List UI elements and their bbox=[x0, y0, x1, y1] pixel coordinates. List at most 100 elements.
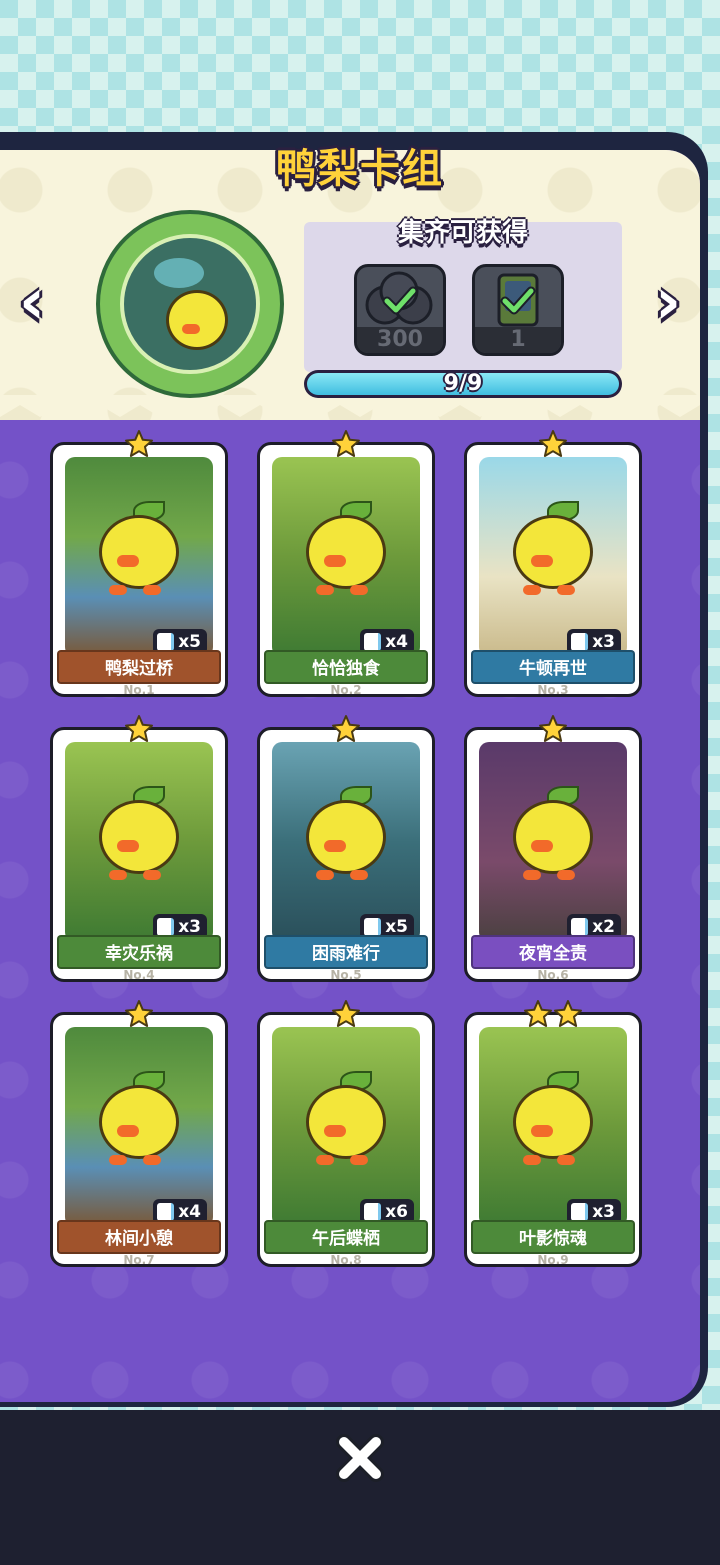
card-number: No.2 bbox=[330, 683, 362, 697]
star-icon bbox=[124, 999, 154, 1029]
duck-foot bbox=[316, 1155, 334, 1165]
duck-foot bbox=[350, 870, 368, 880]
card-icon bbox=[364, 918, 382, 936]
reward-card-pack: 1 bbox=[472, 264, 564, 356]
card-name: 午后蝶栖 bbox=[312, 1229, 380, 1249]
card-art: x2 bbox=[479, 742, 627, 942]
duck-foot bbox=[350, 1155, 368, 1165]
reward-title: 集齐可获得 bbox=[397, 218, 528, 248]
duck-beak bbox=[117, 840, 139, 852]
duck-foot bbox=[143, 1155, 161, 1165]
duck-foot bbox=[109, 870, 127, 880]
collection-card[interactable]: x3 幸灾乐祸 No.4 bbox=[50, 715, 228, 982]
card-name-ribbon: 幸灾乐祸 bbox=[57, 935, 221, 969]
card-name: 夜宵全责 bbox=[519, 944, 587, 964]
star-icon bbox=[124, 429, 154, 459]
duck-foot bbox=[523, 870, 541, 880]
card-name: 困雨难行 bbox=[312, 944, 380, 964]
duck-foot bbox=[109, 1155, 127, 1165]
duck-foot bbox=[350, 585, 368, 595]
card-art: x6 bbox=[272, 1027, 420, 1227]
duck-foot bbox=[523, 1155, 541, 1165]
card-name: 叶影惊魂 bbox=[519, 1229, 587, 1249]
zigzag-divider bbox=[0, 395, 700, 417]
card-name-ribbon: 困雨难行 bbox=[264, 935, 428, 969]
pear-duck bbox=[99, 800, 179, 874]
next-deck-arrow[interactable]: › bbox=[644, 270, 692, 334]
card-name: 恰恰独食 bbox=[312, 659, 380, 679]
card-art: x4 bbox=[272, 457, 420, 657]
pear-duck bbox=[306, 515, 386, 589]
duck-beak bbox=[117, 1125, 139, 1137]
card-number: No.6 bbox=[537, 968, 569, 982]
card-name-ribbon: 午后蝶栖 bbox=[264, 1220, 428, 1254]
card-name: 幸灾乐祸 bbox=[105, 944, 173, 964]
card-art: x5 bbox=[272, 742, 420, 942]
duck-beak bbox=[324, 555, 346, 567]
reward-card-amount: 1 bbox=[475, 327, 561, 353]
duck-beak bbox=[531, 1125, 553, 1137]
collection-card[interactable]: x2 夜宵全责 No.6 bbox=[464, 715, 642, 982]
deck-badge-art bbox=[120, 234, 260, 374]
card-number: No.8 bbox=[330, 1253, 362, 1267]
duck-foot bbox=[143, 870, 161, 880]
duck-foot bbox=[316, 870, 334, 880]
duck-foot bbox=[557, 585, 575, 595]
duck-beak bbox=[531, 840, 553, 852]
duck-foot bbox=[109, 585, 127, 595]
card-art: x3 bbox=[65, 742, 213, 942]
close-icon[interactable] bbox=[334, 1432, 386, 1484]
collection-card[interactable]: x3 叶影惊魂 No.9 bbox=[464, 1000, 642, 1267]
collection-card[interactable]: x4 林间小憩 No.7 bbox=[50, 1000, 228, 1267]
card-icon bbox=[571, 1203, 589, 1221]
card-name-ribbon: 恰恰独食 bbox=[264, 650, 428, 684]
duck-foot bbox=[557, 870, 575, 880]
card-art: x5 bbox=[65, 457, 213, 657]
star-icon bbox=[331, 999, 361, 1029]
star-icon bbox=[331, 714, 361, 744]
card-name-ribbon: 牛顿再世 bbox=[471, 650, 635, 684]
duck-beak bbox=[117, 555, 139, 567]
duck-beak bbox=[324, 1125, 346, 1137]
card-name: 牛顿再世 bbox=[519, 659, 587, 679]
star-icon bbox=[538, 429, 568, 459]
duck-foot bbox=[523, 585, 541, 595]
pear-duck bbox=[306, 1085, 386, 1159]
pear-duck bbox=[513, 800, 593, 874]
duck-foot bbox=[316, 585, 334, 595]
card-number: No.5 bbox=[330, 968, 362, 982]
collection-card[interactable]: x5 鸭梨过桥 No.1 bbox=[50, 430, 228, 697]
card-number: No.4 bbox=[123, 968, 155, 982]
duck-foot bbox=[557, 1155, 575, 1165]
duck-beak bbox=[324, 840, 346, 852]
collection-card[interactable]: x3 牛顿再世 No.3 bbox=[464, 430, 642, 697]
card-number: No.1 bbox=[123, 683, 155, 697]
card-name-ribbon: 夜宵全责 bbox=[471, 935, 635, 969]
pear-duck bbox=[513, 515, 593, 589]
card-icon bbox=[571, 633, 589, 651]
card-name-ribbon: 林间小憩 bbox=[57, 1220, 221, 1254]
star-icon bbox=[553, 999, 583, 1029]
check-icon bbox=[500, 286, 536, 315]
deck-badge bbox=[96, 210, 284, 398]
card-icon bbox=[157, 918, 175, 936]
prev-deck-arrow[interactable]: ‹ bbox=[8, 270, 56, 334]
duck-beak bbox=[531, 555, 553, 567]
card-icon bbox=[571, 918, 589, 936]
card-number: No.7 bbox=[123, 1253, 155, 1267]
collection-card[interactable]: x5 困雨难行 No.5 bbox=[257, 715, 435, 982]
deck-title: 鸭梨卡组 bbox=[276, 146, 444, 192]
card-name: 鸭梨过桥 bbox=[105, 659, 173, 679]
pear-duck bbox=[513, 1085, 593, 1159]
card-icon bbox=[364, 1203, 382, 1221]
card-art: x3 bbox=[479, 1027, 627, 1227]
collection-card[interactable]: x4 恰恰独食 No.2 bbox=[257, 430, 435, 697]
card-art: x4 bbox=[65, 1027, 213, 1227]
star-icon bbox=[331, 429, 361, 459]
card-icon bbox=[157, 633, 175, 651]
collection-card[interactable]: x6 午后蝶栖 No.8 bbox=[257, 1000, 435, 1267]
duck-foot bbox=[143, 585, 161, 595]
reward-coin-amount: 300 bbox=[357, 327, 443, 353]
reward-coin: 300 bbox=[354, 264, 446, 356]
card-icon bbox=[157, 1203, 175, 1221]
